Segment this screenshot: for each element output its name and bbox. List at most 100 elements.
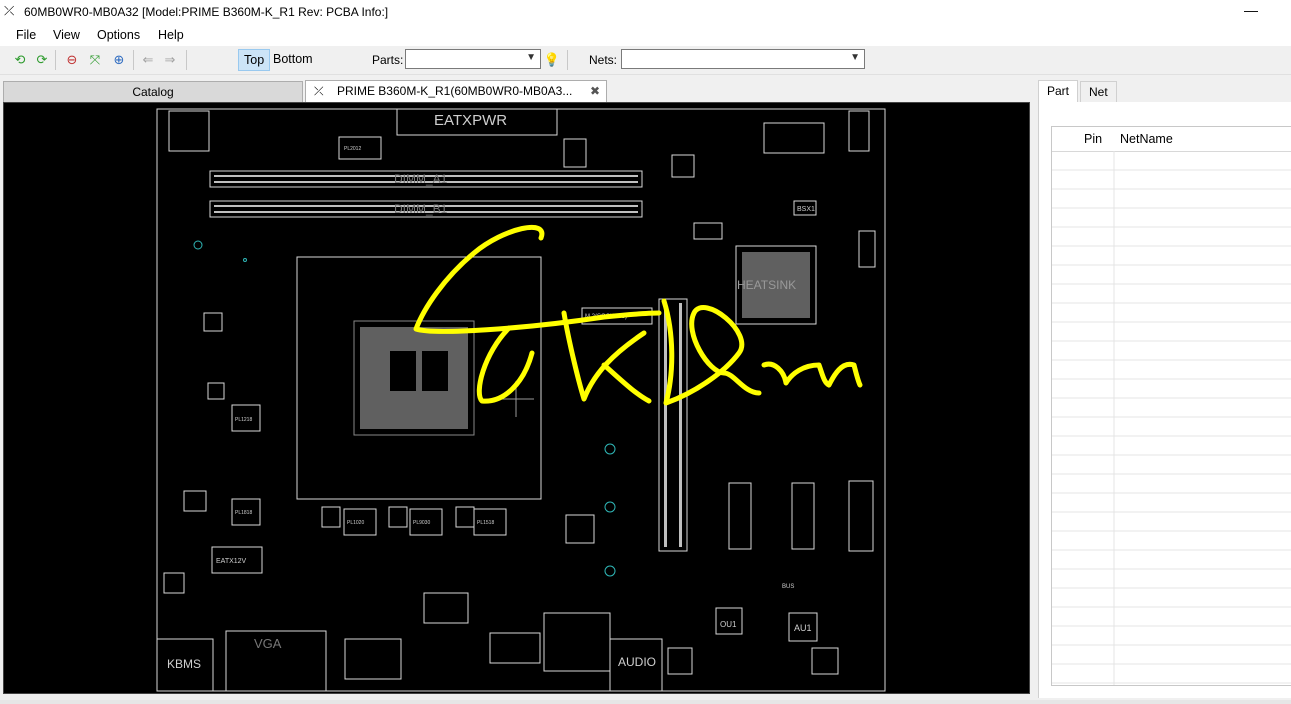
lightbulb-icon[interactable]: 💡 [543, 51, 561, 69]
label-pl2012: PL2012 [344, 146, 361, 152]
label-heatsink: HEATSINK [737, 278, 796, 292]
small-part [811, 647, 839, 675]
label-pl1518: PL1518 [477, 520, 494, 526]
column-header-netname[interactable]: NetName [1120, 132, 1173, 146]
ic-part [728, 482, 752, 550]
small-part [423, 592, 469, 624]
chevron-down-icon: ▼ [526, 52, 536, 63]
label-pl1818: PL1818 [235, 510, 252, 516]
toolbar-separator [55, 50, 56, 70]
pcb-layout-drawing: EATXPWR DIMM_A1 DIMM_B1 HEATSINK M.2(SOC… [156, 108, 886, 692]
cpu-center-void [390, 351, 416, 391]
via [604, 501, 616, 513]
menu-view[interactable]: View [53, 28, 80, 42]
small-part [693, 222, 723, 240]
small-part [667, 647, 693, 675]
tab-board-label: PRIME B360M-K_R1(60MB0WR0-MB0A3... [336, 84, 573, 98]
window-title: 60MB0WR0-MB0A32 [Model:PRIME B360M-K_R1 … [24, 5, 389, 19]
document-tabs: Catalog ⤫ PRIME B360M-K_R1(60MB0WR0-MB0A… [0, 80, 1035, 103]
tab-part[interactable]: Part [1038, 80, 1079, 103]
small-part [183, 490, 207, 512]
small-part [489, 632, 541, 664]
right-panel-body: Pin NetName [1038, 102, 1291, 698]
small-part [455, 506, 475, 528]
nets-dropdown[interactable]: ▼ [621, 49, 865, 69]
toolbar-separator [186, 50, 187, 70]
board-outline [156, 108, 886, 692]
via [243, 258, 247, 262]
tab-part-label: Part [1047, 84, 1070, 98]
small-part [858, 230, 876, 268]
label-pl1020: PL1020 [347, 520, 364, 526]
right-panel: Part Net Pin NetName [1038, 80, 1291, 700]
pcb-board-view[interactable]: EATXPWR DIMM_A1 DIMM_B1 HEATSINK M.2(SOC… [3, 102, 1030, 694]
small-part [763, 122, 825, 154]
small-part [168, 110, 210, 152]
toolbar-separator [567, 50, 568, 70]
minimize-button[interactable]: — [1244, 2, 1258, 18]
cpu-center-void [422, 351, 448, 391]
menu-help[interactable]: Help [158, 28, 184, 42]
label-kbms: KBMS [167, 657, 201, 671]
forward-arrow-icon[interactable]: ⇒ [161, 51, 179, 69]
label-ou1: OU1 [720, 620, 737, 629]
title-bar: ⤫ 60MB0WR0-MB0A32 [Model:PRIME B360M-K_R… [0, 0, 1291, 24]
board-tab-icon: ⤫ [314, 84, 324, 98]
tab-net-label: Net [1089, 85, 1108, 99]
small-part [163, 572, 185, 594]
column-header-pin[interactable]: Pin [1084, 132, 1102, 146]
ic-part [791, 482, 815, 550]
nets-label: Nets: [589, 53, 618, 67]
via [193, 240, 203, 250]
parts-dropdown[interactable]: ▼ [405, 49, 541, 69]
tab-net[interactable]: Net [1080, 81, 1117, 102]
label-eatxpwr: EATXPWR [434, 112, 507, 129]
chevron-down-icon: ▼ [850, 52, 860, 63]
app-icon: ⤫ [4, 3, 15, 18]
small-part [563, 138, 587, 168]
pin-net-table[interactable]: Pin NetName [1051, 126, 1291, 686]
toolbar-separator [133, 50, 134, 70]
small-part [321, 506, 341, 528]
label-pl9030: PL9030 [413, 520, 430, 526]
label-dimm-b1: DIMM_B1 [394, 202, 448, 216]
label-au1: AU1 [794, 623, 812, 633]
connector-pins [679, 303, 682, 547]
small-part [565, 514, 595, 544]
tab-catalog-label: Catalog [132, 85, 174, 99]
toolbar: ⟲ ⟳ ⊖ ⤧ ⊕ ⇐ ⇒ Top Bottom Parts: ▼ 💡 Nets… [0, 46, 1291, 75]
label-dimm-a1: DIMM_A1 [394, 172, 448, 186]
label-vga: VGA [254, 636, 282, 651]
table-grid-lines [1052, 151, 1291, 685]
tab-catalog[interactable]: Catalog [3, 81, 303, 102]
label-pl1218: PL1218 [235, 417, 252, 423]
parts-label: Parts: [372, 53, 404, 67]
tab-board[interactable]: ⤫ PRIME B360M-K_R1(60MB0WR0-MB0A3... ✖ [305, 80, 607, 103]
rotate-left-icon[interactable]: ⟲ [11, 51, 29, 69]
label-bus: BUS [782, 584, 794, 590]
zoom-in-icon[interactable]: ⊕ [110, 51, 128, 69]
top-side-toggle[interactable]: Top [238, 49, 271, 71]
usb-connector [344, 638, 402, 680]
label-bsx1: BSX1 [797, 206, 815, 213]
rotate-right-icon[interactable]: ⟳ [33, 51, 51, 69]
ic-part [848, 480, 874, 552]
via [604, 565, 616, 577]
zoom-out-icon[interactable]: ⊖ [63, 51, 81, 69]
menu-options[interactable]: Options [97, 28, 140, 42]
menu-file[interactable]: File [16, 28, 36, 42]
small-part [671, 154, 695, 178]
bottom-side-toggle[interactable]: Bottom [268, 49, 318, 69]
back-arrow-icon[interactable]: ⇐ [139, 51, 157, 69]
small-part [207, 382, 225, 400]
small-part [203, 312, 223, 332]
table-header: Pin NetName [1052, 127, 1291, 152]
small-part [848, 110, 870, 152]
fit-screen-icon[interactable]: ⤧ [86, 51, 104, 69]
status-bar [0, 700, 1291, 704]
lan-connector [543, 612, 611, 672]
close-tab-icon[interactable]: ✖ [590, 81, 600, 101]
small-part [388, 506, 408, 528]
label-eatx12v: EATX12V [216, 558, 247, 565]
menu-bar: File View Options Help [0, 24, 1291, 46]
